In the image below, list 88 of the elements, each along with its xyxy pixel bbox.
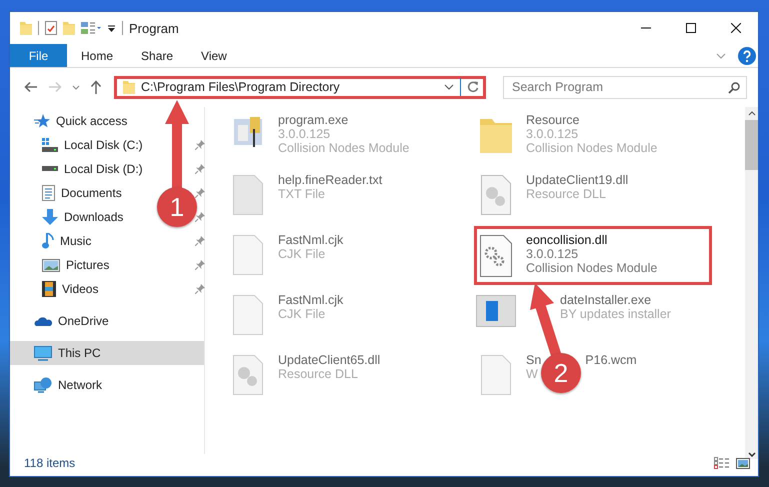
- file-detail: BY updates installer: [560, 307, 671, 321]
- window-title: Program: [129, 20, 179, 36]
- maximize-icon[interactable]: [686, 23, 696, 33]
- sidebar-item[interactable]: Documents: [61, 186, 122, 200]
- sidebar-item[interactable]: Quick access: [56, 114, 128, 128]
- file-detail: TXT File: [278, 187, 325, 201]
- file-name[interactable]: eoncollision.dll: [526, 233, 608, 247]
- onedrive-icon[interactable]: [34, 316, 52, 326]
- refresh-icon[interactable]: [467, 81, 479, 93]
- address-bar[interactable]: C:\Program Files\Program Directory: [114, 76, 486, 98]
- pictures-icon[interactable]: [42, 258, 60, 272]
- search-icon[interactable]: [728, 82, 740, 94]
- tiles-view-icon[interactable]: [736, 458, 750, 468]
- file-detail: Collision Nodes Module: [278, 141, 410, 155]
- pin-icon[interactable]: [195, 212, 205, 222]
- document-icon: [232, 295, 262, 335]
- drive-icon[interactable]: [42, 138, 58, 152]
- file-detail: CJK File: [278, 307, 326, 321]
- sidebar-item[interactable]: Music: [60, 234, 92, 248]
- sidebar-item[interactable]: This PC: [10, 341, 204, 365]
- item-count: 118 items: [24, 456, 76, 470]
- sidebar-item[interactable]: Local Disk (C:): [64, 138, 143, 152]
- file-name[interactable]: UpdateClient65.dll: [278, 353, 380, 367]
- scroll-up-icon[interactable]: [748, 111, 756, 116]
- sidebar-item[interactable]: Downloads: [64, 210, 124, 224]
- star-icon[interactable]: [34, 114, 50, 128]
- pin-icon[interactable]: [195, 164, 205, 174]
- ribbon-tab[interactable]: Home: [67, 44, 128, 67]
- scroll-down-icon[interactable]: [748, 452, 756, 457]
- pin-icon[interactable]: [195, 260, 205, 270]
- folder-icon: [123, 80, 135, 94]
- properties-icon[interactable]: [81, 21, 101, 35]
- file-name[interactable]: FastNml.cjk: [278, 233, 344, 247]
- close-icon[interactable]: [730, 23, 740, 33]
- computer-icon[interactable]: [34, 346, 52, 360]
- file-detail: Resource DLL: [278, 367, 358, 381]
- pin-icon[interactable]: [195, 188, 205, 198]
- film-icon[interactable]: [42, 281, 56, 297]
- chevron-icon[interactable]: [444, 84, 454, 90]
- installer-icon: [476, 295, 516, 327]
- back-icon[interactable]: [24, 81, 38, 93]
- file-name[interactable]: help.fineReader.txt: [278, 173, 382, 187]
- sidebar-item[interactable]: Videos: [62, 282, 98, 296]
- file-name[interactable]: UpdateClient19.dll: [526, 173, 628, 187]
- file-detail: 3.0.0.125: [278, 127, 330, 141]
- ribbon-tab[interactable]: View: [187, 44, 241, 67]
- network-icon[interactable]: [34, 377, 52, 393]
- document-icon: [232, 175, 262, 215]
- file-name[interactable]: FastNml.cjk: [278, 293, 344, 307]
- checklist-icon[interactable]: [45, 21, 57, 35]
- details-view-icon[interactable]: [714, 457, 730, 469]
- file-name[interactable]: Resource: [526, 113, 580, 127]
- help-icon[interactable]: [738, 46, 756, 64]
- file-detail: W: [526, 367, 538, 381]
- file-name[interactable]: program.exe: [278, 113, 348, 127]
- search-field[interactable]: Search Program: [503, 76, 747, 98]
- gear-file-icon: [480, 175, 510, 215]
- music-note-icon[interactable]: [42, 233, 54, 249]
- ribbon-tab[interactable]: Share: [127, 44, 188, 67]
- file-detail: CJK File: [278, 247, 326, 261]
- file-name[interactable]: P16.wcm: [585, 353, 637, 367]
- pin-icon[interactable]: [195, 236, 205, 246]
- gear-file-icon: [232, 355, 262, 395]
- scrollbar[interactable]: [745, 107, 758, 459]
- file-detail: Collision Nodes Module: [526, 141, 658, 155]
- document-icon: [232, 235, 262, 275]
- scrollbar-thumb[interactable]: [745, 120, 758, 170]
- gear-file-icon: [480, 235, 512, 277]
- sidebar-item[interactable]: Network: [58, 378, 102, 392]
- dropdown-icon[interactable]: [107, 23, 116, 33]
- file-name[interactable]: Sn: [526, 353, 542, 367]
- up-icon[interactable]: [90, 80, 102, 94]
- file-detail: 3.0.0.125: [526, 247, 578, 261]
- sidebar-item[interactable]: OneDrive: [58, 314, 109, 328]
- pin-icon[interactable]: [195, 140, 205, 150]
- document-icon: [480, 355, 510, 395]
- file-detail: Resource DLL: [526, 187, 606, 201]
- file-menu-tab[interactable]: File: [10, 44, 67, 67]
- download-icon[interactable]: [42, 209, 58, 225]
- file-detail: Collision Nodes Module: [526, 261, 658, 275]
- file-detail: 3.0.0.125: [526, 127, 578, 141]
- sidebar-item[interactable]: Local Disk (D:): [64, 162, 143, 176]
- file-name[interactable]: dateInstaller.exe: [560, 293, 652, 307]
- drive-icon[interactable]: [42, 166, 58, 172]
- sidebar-item[interactable]: Pictures: [66, 258, 110, 272]
- pin-icon[interactable]: [195, 284, 205, 294]
- document-icon[interactable]: [42, 185, 55, 201]
- recent-icon[interactable]: [72, 84, 80, 90]
